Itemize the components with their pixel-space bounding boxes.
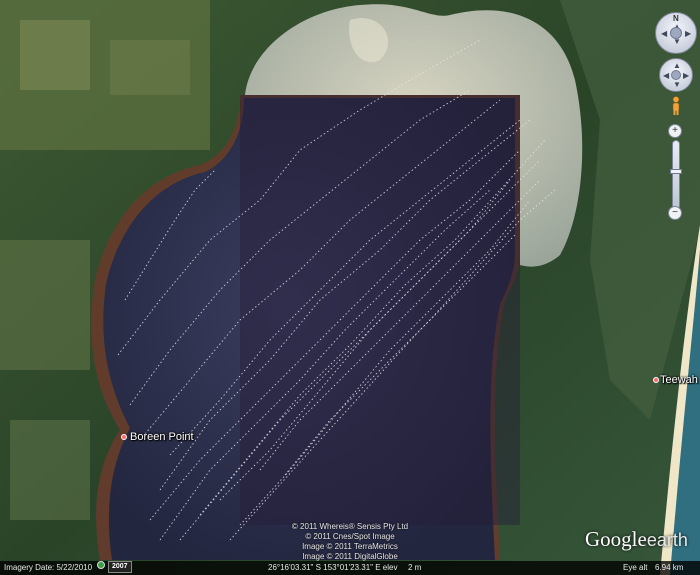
farmland-patch [0,240,90,370]
farmland-patch [110,40,190,95]
eye-altitude-label: Eye alt [623,563,648,572]
look-left-icon[interactable]: ◀ [661,29,667,38]
historical-imagery-icon[interactable] [97,561,105,569]
teewah-marker[interactable] [653,377,659,383]
google-earth-logo: Googleearth [585,527,688,552]
navigation-controls: N ▲ ◀ ▶ ▼ ▲ ◀ ▶ ▼ + − [652,8,700,228]
move-ring[interactable]: ▲ ◀ ▶ ▼ [659,58,693,92]
move-down-icon[interactable]: ▼ [673,80,681,89]
teewah-label[interactable]: Teewah [660,374,698,386]
copyright-notice: © 2011 Whereis® Sensis Pty Ltd © 2011 Cn… [260,522,440,562]
street-view-pegman-icon[interactable] [670,96,682,116]
logo-product: earth [646,530,688,550]
hand-center-icon[interactable] [671,70,681,80]
move-left-icon[interactable]: ◀ [663,71,669,80]
imagery-year-badge[interactable]: 2007 [108,561,132,573]
copyright-line: © 2011 Whereis® Sensis Pty Ltd [291,522,409,531]
look-right-icon[interactable]: ▶ [685,29,691,38]
look-ring[interactable]: N ▲ ◀ ▶ ▼ [655,12,697,54]
imagery-date: Imagery Date: 5/22/2010 [4,563,93,572]
boreen-point-marker[interactable] [121,434,127,440]
zoom-slider-thumb[interactable] [670,169,682,174]
status-bar: Imagery Date: 5/22/2010 2007 26°16'03.31… [0,561,700,575]
satellite-map[interactable] [0,0,700,575]
pointer-coordinates: 26°16'03.31" S 153°01'23.31" E elev [268,563,398,572]
zoom-slider[interactable] [670,140,682,210]
farmland-patch [10,420,90,520]
copyright-line: © 2011 Cnes/Spot Image [305,532,395,541]
boreen-point-label[interactable]: Boreen Point [130,431,194,443]
zoom-out-button[interactable]: − [668,206,682,220]
farmland-patch [20,20,90,90]
zoom-in-button[interactable]: + [668,124,682,138]
move-up-icon[interactable]: ▲ [673,61,681,70]
copyright-line: Image © 2011 TerraMetrics [302,542,398,551]
eye-center-icon[interactable] [670,27,682,39]
move-right-icon[interactable]: ▶ [683,71,689,80]
eye-altitude-value: 6.94 km [655,563,684,572]
elevation-value: 2 m [408,563,422,572]
logo-brand: Google [585,527,647,551]
dark-overlay [240,95,520,525]
